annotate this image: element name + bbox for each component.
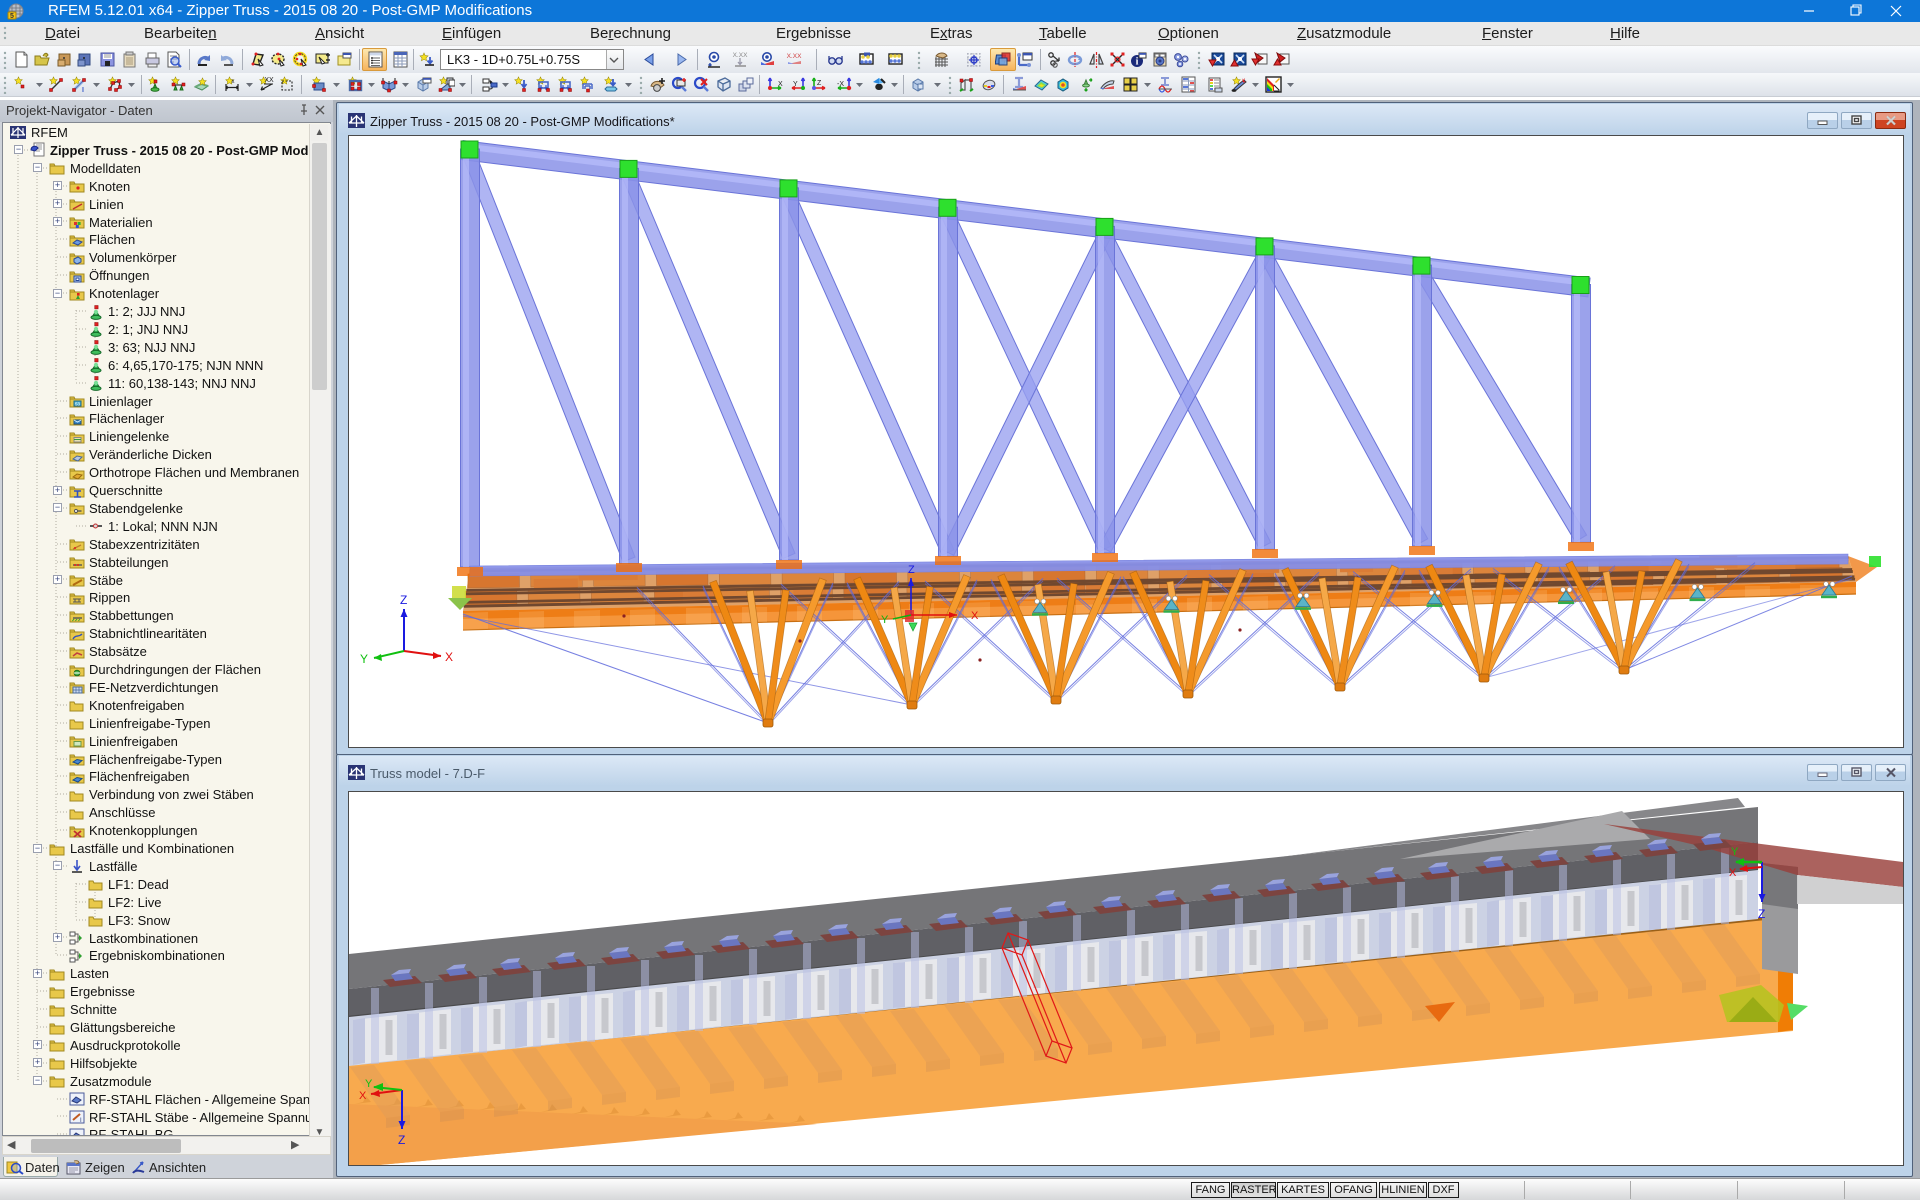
svg-text:Y: Y [1731, 846, 1739, 858]
svg-text:X.XX: X.XX [787, 53, 802, 60]
svg-text:X: X [971, 610, 979, 622]
svg-text:Z: Z [398, 1133, 405, 1147]
svg-text:5: 5 [10, 13, 14, 20]
svg-text:x: x [232, 79, 235, 85]
svg-text:X: X [359, 1090, 367, 1102]
svg-text:53: 53 [75, 401, 81, 406]
svg-text:Z: Z [817, 80, 822, 87]
svg-text:Y: Y [793, 81, 798, 88]
svg-text:X.XX: X.XX [733, 52, 748, 59]
svg-text:Z: Z [400, 593, 407, 607]
svg-text:X: X [778, 81, 783, 88]
svg-text:Y: Y [365, 1078, 373, 1090]
svg-text:XX: XX [264, 77, 274, 84]
svg-text:Y: Y [360, 652, 368, 666]
svg-text:Z: Z [1758, 907, 1765, 921]
svg-text:i: i [1136, 57, 1139, 68]
svg-text:I: I [82, 87, 84, 93]
svg-text:Z: Z [908, 564, 915, 576]
svg-text:-X: -X [837, 81, 844, 88]
svg-text:Y: Y [881, 614, 889, 626]
svg-text:X: X [1729, 867, 1737, 879]
svg-text:X: X [445, 650, 453, 664]
